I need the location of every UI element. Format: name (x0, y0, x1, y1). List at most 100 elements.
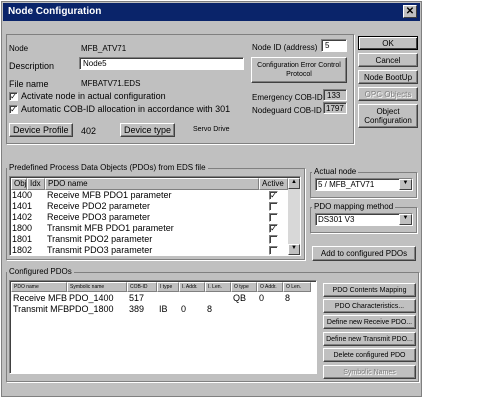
node-value: MFB_ATV71 (81, 44, 127, 53)
configured-col-header[interactable]: I. Len. (205, 282, 231, 292)
pdo-mapping-select[interactable]: DS301 V3 ▼ (315, 213, 413, 226)
pdo-name: Receive PDO2 parameter (47, 201, 151, 211)
table-cell: IB (159, 304, 168, 314)
configured-pdos-title: Configured PDOs (7, 267, 74, 276)
chevron-down-icon[interactable]: ▼ (399, 179, 412, 190)
description-label: Description (9, 61, 55, 71)
table-cell: 389 (129, 304, 145, 314)
configured-col-header[interactable]: O type (231, 282, 257, 292)
configuration-error-control-protocol-button[interactable]: Configuration Error Control Protocol (251, 57, 347, 83)
table-cell: 8 (285, 293, 291, 303)
pdo-contents-mapping-button[interactable]: PDO Contents Mapping (323, 283, 416, 297)
emergency-cob-id-label: Emergency COB-ID (252, 93, 323, 102)
nodeguard-cob-id-label: Nodeguard COB-ID (252, 106, 322, 115)
table-cell: PDO_1800 (69, 304, 114, 314)
opc-objects-button[interactable]: OPC Objects (358, 87, 418, 101)
configured-col-header[interactable]: I type (157, 282, 179, 292)
pdo-name: Receive MFB PDO1 parameter (47, 190, 172, 200)
file-name-value: MFBATV71.EDS (81, 79, 141, 88)
configured-pdos-table[interactable]: PDO name Symbolic name COB-ID I type I. Addr… (9, 280, 317, 374)
pdo-obj: 1401 (12, 201, 33, 211)
configured-col-header[interactable]: I. Addr. (179, 282, 205, 292)
close-icon[interactable]: ✕ (403, 5, 417, 18)
list-item[interactable]: 1800 Transmit MFB PDO1 parameter ✓ (11, 223, 288, 234)
pdo-obj: 1400 (12, 190, 33, 200)
col-header-active[interactable]: Active (259, 178, 288, 190)
list-item[interactable]: 1802 Transmit PDO3 parameter (11, 245, 288, 255)
cancel-button[interactable]: Cancel (358, 53, 418, 67)
table-row[interactable]: Receive MFB PDO_1400 517 QB 0 8 (11, 293, 311, 304)
list-item[interactable]: 1402 Receive PDO3 parameter (11, 212, 288, 223)
node-id-value: 5 (325, 41, 330, 50)
configured-col-header[interactable]: Symbolic name (67, 282, 127, 292)
configured-col-header[interactable]: O Len. (283, 282, 311, 292)
pdo-characteristics-button[interactable]: PDO Characteristics... (323, 299, 416, 313)
emergency-cob-id-value: 133 (323, 89, 347, 101)
table-cell: QB (233, 293, 247, 303)
device-profile-label: Device Profile (9, 123, 73, 137)
file-name-label: File name (9, 79, 49, 89)
pdo-obj: 1801 (12, 234, 33, 244)
active-checkbox[interactable]: ✓ (269, 224, 278, 233)
title-bar: Node Configuration ✕ (3, 3, 420, 21)
window-title: Node Configuration (8, 6, 102, 17)
node-configuration-dialog: Node Configuration ✕ Node MFB_ATV71 Desc… (1, 1, 422, 397)
list-item[interactable]: 1400 Receive MFB PDO1 parameter ✓ (11, 190, 288, 201)
table-cell: Receive MFB (13, 293, 68, 303)
add-to-configured-pdos-button[interactable]: Add to configured PDOs (312, 246, 416, 261)
predefined-scrollbar[interactable]: ▲ ▼ (288, 178, 300, 255)
auto-cob-checkbox[interactable]: ✓ (9, 105, 18, 114)
device-profile-value: 402 (81, 126, 97, 136)
scroll-down-icon[interactable]: ▼ (288, 244, 300, 255)
pdo-name: Receive PDO3 parameter (47, 212, 151, 222)
actual-node-select[interactable]: 5 / MFB_ATV71 ▼ (315, 178, 413, 191)
ok-button[interactable]: OK (358, 36, 418, 50)
device-type-label: Device type (120, 123, 176, 137)
nodeguard-cob-id-value: 1797 (323, 102, 347, 114)
node-label: Node (9, 44, 29, 53)
description-input[interactable]: Node5 (79, 57, 244, 70)
active-checkbox[interactable] (269, 202, 278, 211)
table-cell: 8 (207, 304, 213, 314)
configured-col-header[interactable]: O Addr. (257, 282, 283, 292)
active-checkbox[interactable] (269, 235, 278, 244)
table-cell: Transmit MFB (13, 304, 70, 314)
auto-cob-label: Automatic COB-ID allocation in accordanc… (21, 104, 231, 114)
table-cell: 0 (259, 293, 265, 303)
object-configuration-button[interactable]: Object Configuration (358, 104, 418, 128)
node-bootup-button[interactable]: Node BootUp (358, 70, 418, 84)
activate-node-label: Activate node in actual configuration (21, 91, 166, 101)
node-id-input[interactable]: 5 (321, 39, 347, 52)
col-header-obj[interactable]: Obj (11, 178, 27, 190)
table-cell: 0 (181, 304, 187, 314)
device-type-value: Servo Drive (193, 126, 230, 133)
col-header-idx[interactable]: Idx (27, 178, 45, 190)
actual-node-value: 5 / MFB_ATV71 (318, 180, 375, 189)
active-checkbox[interactable]: ✓ (269, 191, 278, 200)
pdo-name: Transmit PDO3 parameter (47, 245, 153, 255)
active-checkbox[interactable] (269, 213, 278, 222)
table-cell: 517 (129, 293, 145, 303)
pdo-name: Transmit MFB PDO1 parameter (47, 223, 174, 233)
list-item[interactable]: 1801 Transmit PDO2 parameter (11, 234, 288, 245)
configured-col-header[interactable]: PDO name (11, 282, 67, 292)
predefined-pdo-title: Predefined Process Data Objects (PDOs) f… (7, 163, 208, 172)
active-checkbox[interactable] (269, 246, 278, 255)
pdo-obj: 1800 (12, 223, 33, 233)
define-new-receive-pdo-button[interactable]: Define new Receive PDO... (323, 315, 416, 329)
activate-node-checkbox[interactable]: ✓ (9, 92, 18, 101)
list-item[interactable]: 1401 Receive PDO2 parameter (11, 201, 288, 212)
col-header-pdo-name[interactable]: PDO name (45, 178, 259, 190)
chevron-down-icon[interactable]: ▼ (399, 214, 412, 225)
configured-col-header[interactable]: COB-ID (127, 282, 157, 292)
scroll-up-icon[interactable]: ▲ (288, 178, 300, 189)
define-new-transmit-pdo-button[interactable]: Define new Transmit PDO... (323, 332, 416, 346)
pdo-obj: 1802 (12, 245, 33, 255)
table-cell: PDO_1400 (69, 293, 114, 303)
delete-configured-pdo-button[interactable]: Delete configured PDO (323, 348, 416, 362)
pdo-obj: 1402 (12, 212, 33, 222)
symbolic-names-button[interactable]: Symbolic Names (323, 365, 416, 379)
predefined-pdo-list[interactable]: Obj Idx PDO name Active 1400 Receive MFB … (9, 176, 301, 256)
table-row[interactable]: Transmit MFB PDO_1800 389 IB 0 8 (11, 304, 311, 315)
pdo-name: Transmit PDO2 parameter (47, 234, 153, 244)
